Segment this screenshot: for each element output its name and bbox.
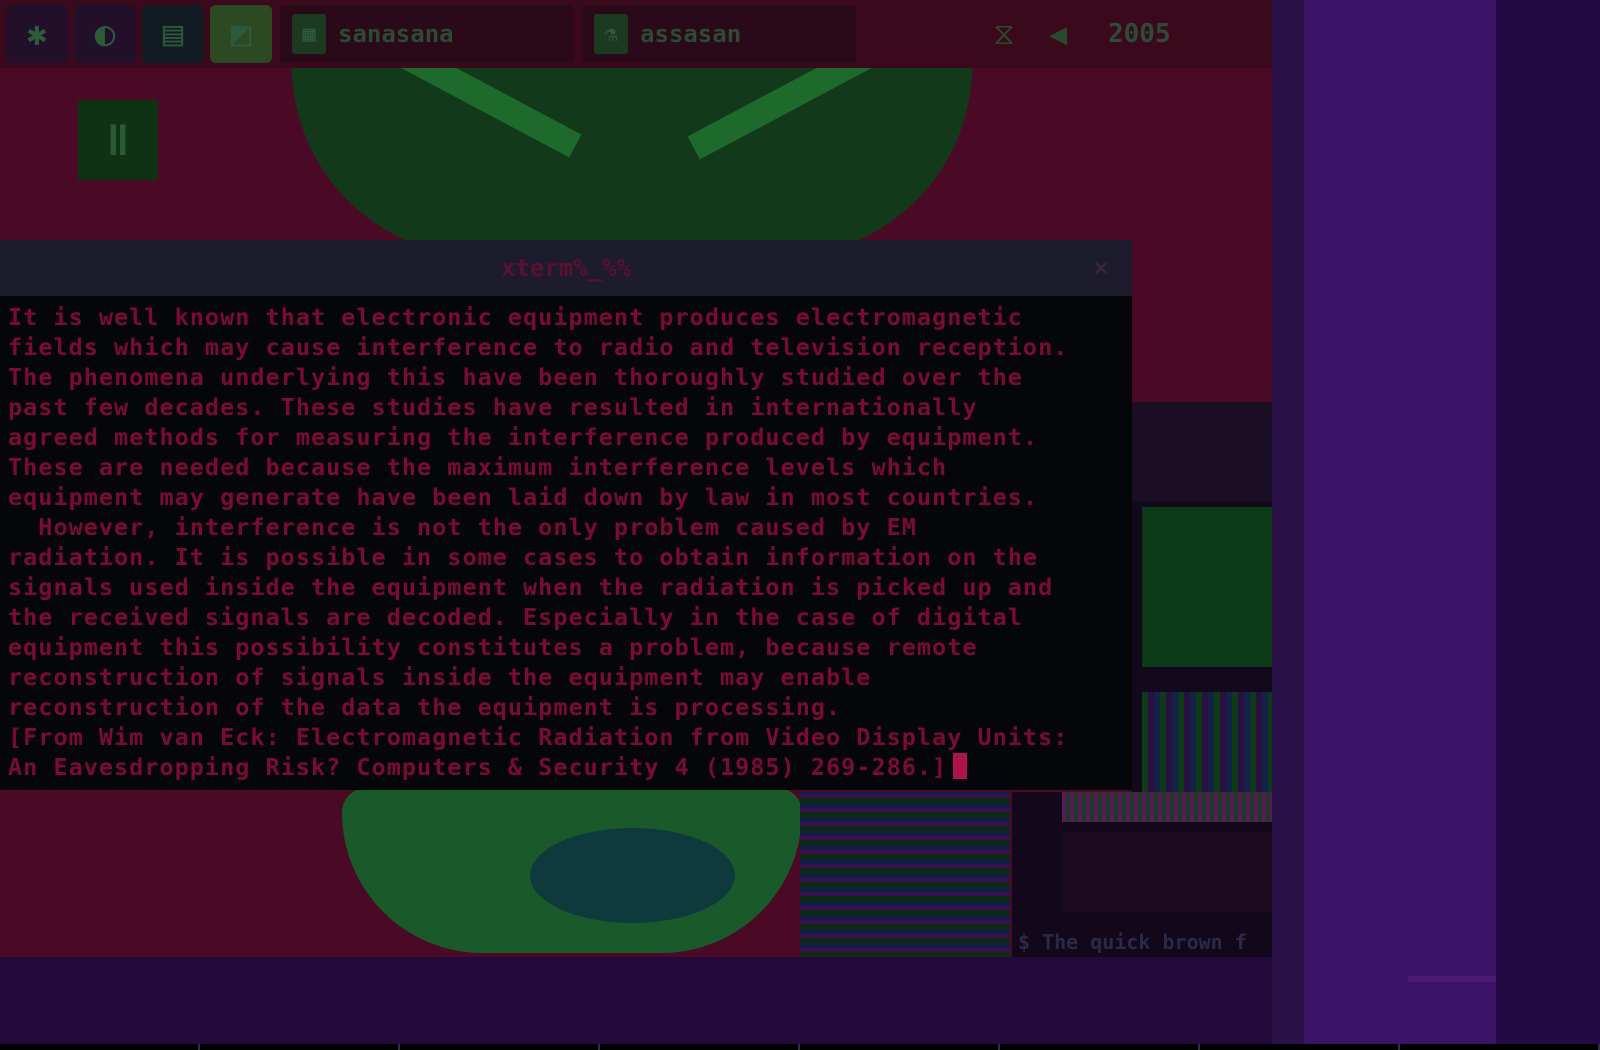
terminal-line: the received signals are decoded. Especi… — [8, 603, 1023, 631]
terminal-line: equipment may generate have been laid do… — [8, 483, 1039, 511]
task-label: assasan — [640, 20, 742, 48]
background-window-content — [1142, 692, 1272, 802]
terminal-line-with-cursor: An Eavesdropping Risk? Computers & Secur… — [8, 752, 1124, 782]
system-tray: ⧖ ◀ 2005 — [970, 5, 1270, 63]
background-window-thumbnail[interactable] — [800, 792, 1010, 957]
terminal-line: past few decades. These studies have res… — [8, 393, 978, 421]
file-manager-icon[interactable]: ▤ — [142, 5, 204, 63]
desktop-launcher-icon[interactable]: ǁ — [78, 100, 158, 180]
volume-icon[interactable]: ◀ — [1038, 14, 1078, 54]
terminal-window[interactable]: xterm%_%% ✕ It is well known that electr… — [0, 240, 1132, 790]
image-viewer-icon[interactable]: ◩ — [210, 5, 272, 63]
small-window-titlebar[interactable] — [1062, 792, 1272, 822]
small-window-body — [1062, 832, 1272, 912]
screen-edge-band — [1272, 0, 1304, 1050]
top-panel: ✱ ◐ ▤ ◩ ▦ sanasana ⚗ assasan ⧖ ◀ 2005 — [0, 0, 1272, 68]
screen-baseline — [0, 1044, 1600, 1050]
terminal-line: signals used inside the equipment when t… — [8, 573, 1054, 601]
task-label: sanasana — [338, 20, 454, 48]
terminal-line: fields which may cause interference to r… — [8, 333, 1069, 361]
desktop-screen: ǁ ✱ ◐ ▤ ◩ ▦ sanasana ⚗ assasan ⧖ ◀ 2005 — [0, 0, 1600, 1050]
screen-edge-band — [1496, 0, 1600, 1050]
screen-edge-band — [1408, 976, 1496, 982]
background-window-content — [1142, 507, 1272, 667]
terminal-icon: ▦ — [292, 14, 326, 54]
taskbar-button-window[interactable]: ⚗ assasan — [582, 5, 856, 63]
terminal-line: [From Wim van Eck: Electromagnetic Radia… — [8, 723, 1069, 751]
terminal-title: xterm%_%% — [500, 254, 632, 282]
terminal-titlebar[interactable]: xterm%_%% ✕ — [0, 240, 1132, 296]
small-window-text: $ The quick brown f — [1018, 930, 1247, 954]
terminal-line: The phenomena underlying this have been … — [8, 363, 1023, 391]
desktop-icon-glyph: ǁ — [105, 115, 131, 165]
terminal-line: agreed methods for measuring the interfe… — [8, 423, 1039, 451]
window-icon: ⚗ — [594, 14, 628, 54]
wallpaper-art-eye — [530, 828, 735, 923]
network-icon[interactable]: ⧖ — [984, 14, 1024, 54]
close-icon[interactable]: ✕ — [1088, 254, 1114, 280]
text-cursor — [953, 753, 968, 779]
taskbar-button-terminal[interactable]: ▦ sanasana — [280, 5, 574, 63]
bottom-screen-band — [0, 957, 1310, 1050]
terminal-line: It is well known that electronic equipme… — [8, 303, 1023, 331]
small-terminal-window[interactable]: $ The quick brown f — [1012, 792, 1272, 957]
background-window-titlebar[interactable] — [1132, 402, 1272, 502]
wallpaper-art-top — [292, 66, 972, 256]
screen-edge-band — [1304, 0, 1496, 1050]
terminal-line: reconstruction of signals inside the equ… — [8, 663, 872, 691]
terminal-line-text: An Eavesdropping Risk? Computers & Secur… — [8, 753, 948, 781]
terminal-line: However, interference is not the only pr… — [8, 513, 917, 541]
terminal-line: equipment this possibility constitutes a… — [8, 633, 978, 661]
app-menu-icon[interactable]: ✱ — [6, 5, 68, 63]
terminal-line: radiation. It is possible in some cases … — [8, 543, 1039, 571]
clock[interactable]: 2005 — [1108, 19, 1171, 49]
browser-icon[interactable]: ◐ — [74, 5, 136, 63]
terminal-body[interactable]: It is well known that electronic equipme… — [0, 296, 1132, 788]
terminal-line: reconstruction of the data the equipment… — [8, 693, 842, 721]
terminal-line: These are needed because the maximum int… — [8, 453, 948, 481]
